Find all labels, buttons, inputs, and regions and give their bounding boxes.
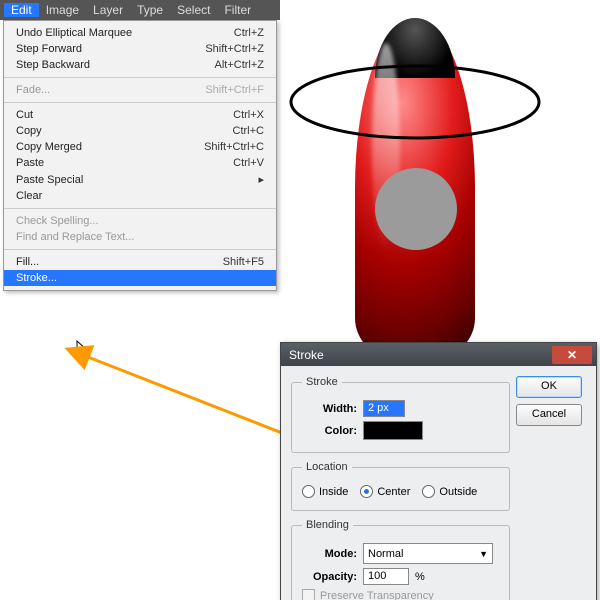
menu-item-copy-merged[interactable]: Copy MergedShift+Ctrl+C (4, 139, 276, 155)
menu-image[interactable]: Image (39, 3, 86, 17)
radio-inside[interactable]: Inside (302, 485, 348, 498)
menu-layer[interactable]: Layer (86, 3, 130, 17)
blending-fieldset: Blending Mode: Normal▼ Opacity: 100 % Pr… (291, 519, 510, 600)
menu-filter[interactable]: Filter (217, 3, 258, 17)
menu-item-fill[interactable]: Fill...Shift+F5 (4, 254, 276, 270)
dialog-titlebar: Stroke ✕ (281, 343, 596, 366)
menu-item-step-backward[interactable]: Step BackwardAlt+Ctrl+Z (4, 57, 276, 73)
preserve-transparency-checkbox: Preserve Transparency (302, 589, 434, 600)
menu-item-paste-special[interactable]: Paste Special▸ (4, 171, 276, 188)
menu-item-step-forward[interactable]: Step ForwardShift+Ctrl+Z (4, 41, 276, 57)
radio-center[interactable]: Center (360, 485, 410, 498)
opacity-label: Opacity: (302, 571, 357, 583)
selection-ellipse (285, 52, 545, 152)
opacity-unit: % (415, 571, 425, 583)
cancel-button[interactable]: Cancel (516, 404, 582, 426)
menu-item-fade: Fade...Shift+Ctrl+F (4, 82, 276, 98)
menu-item-check-spelling: Check Spelling... (4, 213, 276, 229)
menu-select[interactable]: Select (170, 3, 217, 17)
width-input[interactable]: 2 px (363, 400, 405, 417)
menu-type[interactable]: Type (130, 3, 170, 17)
mode-select[interactable]: Normal▼ (363, 543, 493, 564)
menu-item-find-replace: Find and Replace Text... (4, 229, 276, 245)
opacity-input[interactable]: 100 (363, 568, 409, 585)
width-label: Width: (302, 403, 357, 415)
menu-item-paste[interactable]: PasteCtrl+V (4, 155, 276, 171)
menu-item-clear[interactable]: Clear (4, 188, 276, 204)
stroke-fieldset: Stroke Width: 2 px Color: (291, 376, 510, 453)
color-swatch[interactable] (363, 421, 423, 440)
dialog-title: Stroke (289, 348, 324, 362)
menubar: Edit Image Layer Type Select Filter (0, 0, 280, 20)
location-fieldset: Location Inside Center Outside (291, 461, 510, 511)
menu-item-copy[interactable]: CopyCtrl+C (4, 123, 276, 139)
radio-outside[interactable]: Outside (422, 485, 477, 498)
menu-item-stroke[interactable]: Stroke... (4, 270, 276, 286)
menu-item-undo[interactable]: Undo Elliptical MarqueeCtrl+Z (4, 25, 276, 41)
edit-menu: Undo Elliptical MarqueeCtrl+Z Step Forwa… (3, 20, 277, 291)
mode-label: Mode: (302, 548, 357, 560)
close-button[interactable]: ✕ (552, 346, 592, 364)
stroke-dialog: Stroke ✕ Stroke Width: 2 px Color: Lo (280, 342, 597, 600)
ok-button[interactable]: OK (516, 376, 582, 398)
menu-item-cut[interactable]: CutCtrl+X (4, 107, 276, 123)
rocket-window (375, 168, 457, 250)
menu-edit[interactable]: Edit (4, 3, 39, 17)
chevron-down-icon: ▼ (479, 549, 488, 559)
color-label: Color: (302, 425, 357, 437)
cursor-icon (76, 340, 90, 358)
chevron-right-icon: ▸ (258, 173, 264, 186)
